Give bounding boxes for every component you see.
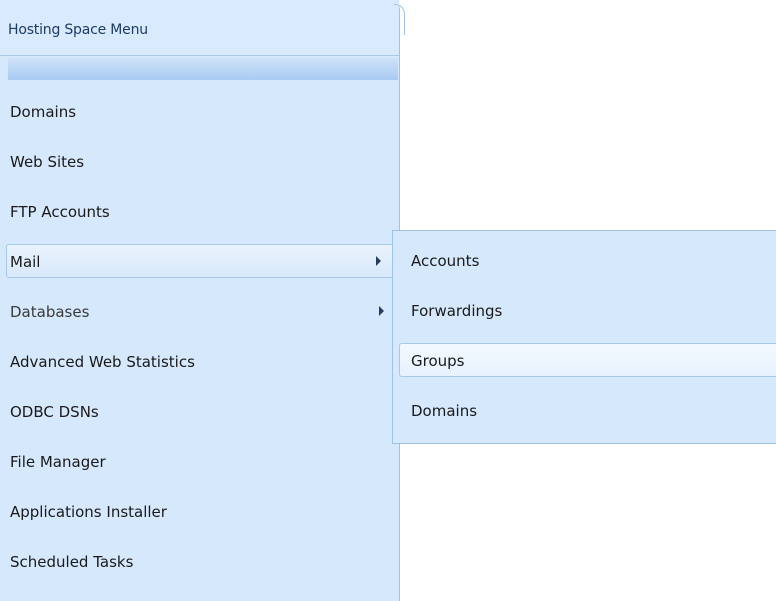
panel-title: Hosting Space Menu [8,22,148,38]
menu-item-databases[interactable]: Databases [8,294,400,328]
submenu-arrow-icon [379,306,384,316]
submenu-item-forwardings[interactable]: Forwardings [399,293,776,327]
menu-item-scheduled-tasks[interactable]: Scheduled Tasks [8,544,400,578]
menu-item-label: Scheduled Tasks [10,553,134,571]
menu-item-label: Databases [10,303,90,321]
menu-item-label: ODBC DSNs [10,403,99,421]
menu-item-file-manager[interactable]: File Manager [8,444,400,478]
panel-header: Hosting Space Menu [0,0,399,56]
submenu-item-groups[interactable]: Groups [399,343,776,377]
menu-item-applications-installer[interactable]: Applications Installer [8,494,400,528]
submenu-item-label: Groups [411,352,465,370]
menu-item-domains[interactable]: Domains [8,94,400,128]
menu-item-label: Domains [10,103,77,121]
submenu-item-accounts[interactable]: Accounts [399,243,776,277]
submenu-item-label: Domains [411,402,478,420]
menu-item-mail[interactable]: Mail [6,244,396,278]
panel-header-bar [8,58,398,80]
submenu-item-domains[interactable]: Domains [399,393,776,427]
mail-submenu-list: Accounts Forwardings Groups Domains [399,243,776,443]
menu-item-label: Mail [10,253,41,271]
menu-item-odbc-dsns[interactable]: ODBC DSNs [8,394,400,428]
menu-item-label: File Manager [10,453,106,471]
menu-item-label: Web Sites [10,153,85,171]
mail-submenu: Accounts Forwardings Groups Domains [392,230,776,444]
hosting-space-menu-list: Domains Web Sites FTP Accounts Mail Data… [6,94,400,594]
menu-item-label: FTP Accounts [10,203,110,221]
submenu-item-label: Forwardings [411,302,503,320]
submenu-arrow-icon [376,256,381,266]
menu-item-ftp-accounts[interactable]: FTP Accounts [8,194,400,228]
menu-item-web-sites[interactable]: Web Sites [8,144,400,178]
panel-corner-decoration [394,4,405,35]
submenu-item-label: Accounts [411,252,480,270]
menu-item-advanced-web-statistics[interactable]: Advanced Web Statistics [8,344,400,378]
menu-item-label: Advanced Web Statistics [10,353,195,371]
menu-item-label: Applications Installer [10,503,167,521]
hosting-space-menu-panel: Hosting Space Menu Domains Web Sites FTP… [0,0,400,601]
hosting-space-menu-screen: Hosting Space Menu Domains Web Sites FTP… [0,0,776,601]
